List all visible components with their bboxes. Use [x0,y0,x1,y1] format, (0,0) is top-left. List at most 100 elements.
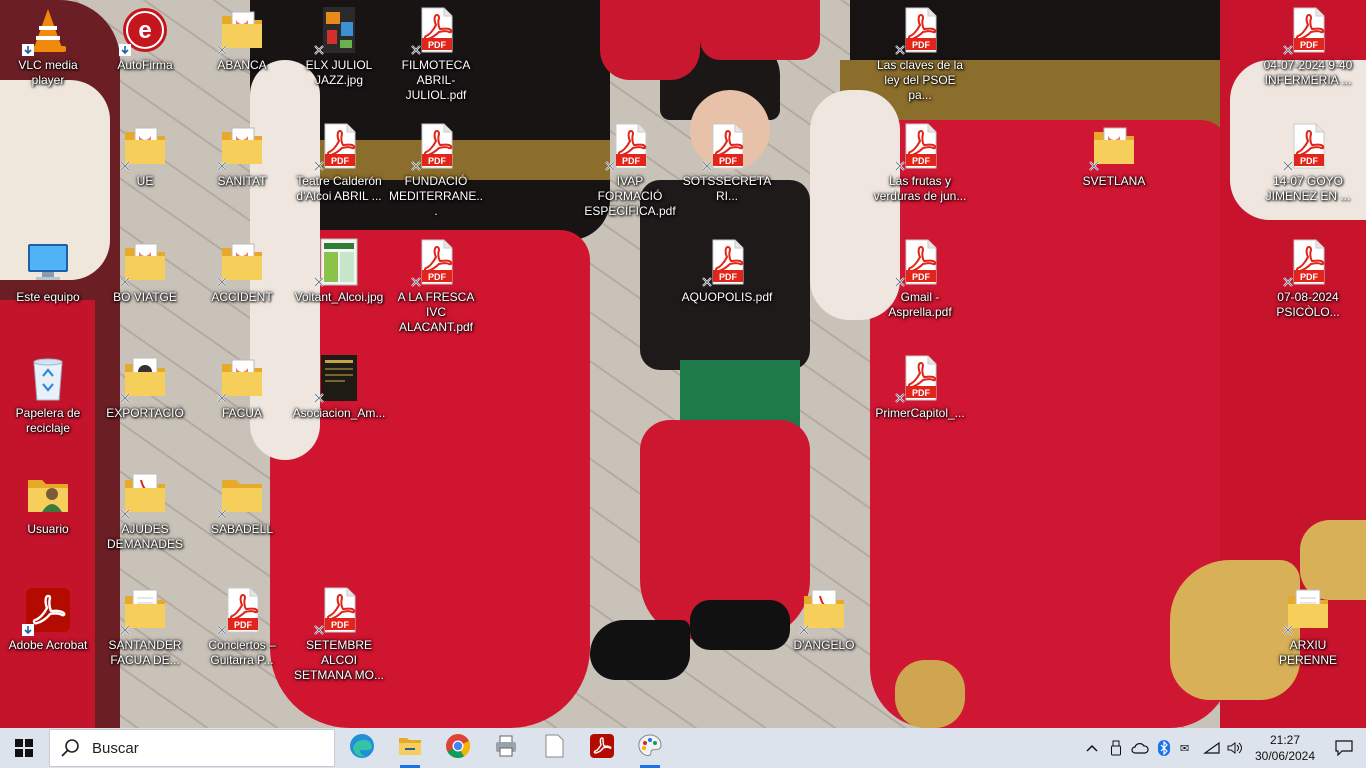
svg-text:PDF: PDF [622,156,641,166]
desktop-icon-gmail[interactable]: PDF Gmail - Asprella.pdf [872,232,968,344]
desktop-icon-label: Conciertos – Guitarra P... [208,638,276,667]
offline-status-icon [411,161,421,171]
notification-center-button[interactable] [1322,728,1366,768]
desktop-icon-psicolo[interactable]: PDF 07-08-2024 PSICÒLO... [1260,232,1356,344]
folder-icon [120,122,169,171]
clock-date: 30/06/2024 [1254,749,1316,763]
desktop-icon-papelera[interactable]: Papelera de reciclaje [0,348,96,460]
desktop-icon-goyo[interactable]: PDF 14-07 GOYO JIMENEZ EN ... [1260,116,1356,228]
desktop-icon-label: 14-07 GOYO JIMENEZ EN ... [1265,174,1351,203]
clock-time: 21:27 [1269,733,1301,747]
desktop-icon-setembre[interactable]: PDF SETEMBRE ALCOI SETMANA MO... [291,580,387,692]
desktop-icon-filmoteca[interactable]: PDF FILMOTECA ABRIL-JULIOL.pdf [388,0,484,112]
desktop-icon-sanitat[interactable]: SANITAT [194,116,290,228]
computer-icon [24,238,72,286]
svg-text:PDF: PDF [912,388,931,398]
pdf-file-icon: PDF [702,238,751,287]
clock[interactable]: 21:27 30/06/2024 [1248,732,1322,764]
image-thumbnail-icon [314,354,363,403]
svg-text:PDF: PDF [428,156,447,166]
input-method-icon[interactable]: ✉ [1176,728,1200,768]
desktop-icon-facua[interactable]: FACUA [194,348,290,460]
desktop-icon-label: 07-08-2024 PSICÒLO... [1276,290,1340,319]
desktop-icon-asociacion[interactable]: Asociacion_Am... [291,348,387,460]
offline-status-icon [895,277,905,287]
desktop-icon-usuario[interactable]: Usuario [0,464,96,576]
desktop-icon-teatre[interactable]: PDF Teatre Calderón d'Alcoi ABRIL ... [291,116,387,228]
taskbar-app-acrobat[interactable] [578,728,626,768]
desktop-icon-accident[interactable]: ACCIDENT [194,232,290,344]
desktop-icon-dangelo[interactable]: D'ANGELO [776,580,872,692]
desktop-icon-voltant[interactable]: Voltant_Alcoi.jpg [291,232,387,344]
desktop-icon-label: SETEMBRE ALCOI SETMANA MO... [293,638,384,682]
desktop-icon-infermeria[interactable]: PDF 04-07-2024 9-40 INFERMERIA ... [1260,0,1356,112]
desktop-icon-ivap[interactable]: PDF IVAP FORMACIÓ ESPECÍFICA.pdf [582,116,678,228]
speaker-icon [1227,742,1242,754]
bluetooth-icon[interactable] [1152,728,1176,768]
desktop-icon-claves[interactable]: PDF Las claves de la ley del PSOE pa... [872,0,968,112]
notification-icon [1335,740,1353,756]
desktop-icon-fresca[interactable]: PDF A LA FRESCA IVC ALACANT.pdf [388,232,484,344]
taskbar-app-chrome[interactable] [434,728,482,768]
taskbar-app-notepad[interactable] [530,728,578,768]
desktop-icon-svetlana[interactable]: SVETLANA [1066,116,1162,228]
desktop-icon-santander[interactable]: SANTANDER FACUA DE... [97,580,193,692]
desktop-icon-abanca[interactable]: ABANCA [194,0,290,112]
onedrive-icon[interactable] [1128,728,1152,768]
paint-icon [637,733,663,764]
start-button[interactable] [0,728,48,768]
search-box[interactable]: Buscar [49,729,335,767]
desktop-icon-esteequipo[interactable]: Este equipo [0,232,96,344]
desktop-icon-autofirma[interactable]: e AutoFirma [97,0,193,112]
offline-status-icon [1283,277,1293,287]
desktop-icon-label: PrimerCapitol_... [875,406,965,420]
folder-icon [217,354,266,403]
recycle-bin-icon [24,354,72,402]
desktop-icon-conciertos[interactable]: PDF Conciertos – Guitarra P... [194,580,290,692]
offline-status-icon [895,393,905,403]
acrobat-icon [22,586,72,636]
folder-icon [1283,586,1332,635]
offline-status-icon [799,625,809,635]
desktop-icon-exportacio[interactable]: EXPORTACIÓ [97,348,193,460]
network-icon[interactable] [1200,728,1224,768]
desktop-icon-arxiu[interactable]: ARXIU PERENNE [1260,580,1356,692]
desktop-icon-primercapitol[interactable]: PDF PrimerCapitol_... [872,348,968,460]
desktop-icon-boviatge[interactable]: BO VIATGE [97,232,193,344]
offline-status-icon [1089,161,1099,171]
taskbar-app-explorer[interactable] [386,728,434,768]
desktop-icon-ue[interactable]: UE [97,116,193,228]
offline-status-icon [1283,625,1293,635]
desktop-icon-label: 04-07-2024 9-40 INFERMERIA ... [1263,58,1353,87]
volume-icon[interactable] [1224,728,1248,768]
offline-status-icon [314,393,324,403]
folder-icon [217,470,266,519]
desktop-icon-aquopolis[interactable]: PDF AQUOPOLIS.pdf [679,232,775,344]
windows-logo-icon [15,739,33,757]
desktop-icon-sotssecretari[interactable]: PDF SOTSSECRETARI... [679,116,775,228]
usb-device-icon[interactable] [1104,728,1128,768]
pdf-file-icon: PDF [1283,6,1332,55]
desktop-icon-vlc[interactable]: VLC media player [0,0,96,112]
desktop-icon-label: AQUOPOLIS.pdf [681,290,773,304]
pdf-file-icon: PDF [411,6,460,55]
taskbar-app-printer[interactable] [482,728,530,768]
taskbar-app-paint[interactable] [626,728,674,768]
bluetooth-symbol-icon [1158,740,1170,756]
desktop-icon-elx[interactable]: ELX JULIOL JAZZ.jpg [291,0,387,112]
desktop-icon-frutas[interactable]: PDF Las frutas y verduras de jun... [872,116,968,228]
desktop-icon-fundacio[interactable]: PDF FUNDACIÓ MEDITERRANE... [388,116,484,228]
acrobat-icon [589,733,615,764]
desktop-icon-label: EXPORTACIÓ [106,406,184,420]
desktop-icon-acrobat[interactable]: Adobe Acrobat [0,580,96,692]
pdf-file-icon: PDF [411,238,460,287]
desktop-icon-label: VLC media player [18,58,78,87]
folder-icon [120,470,169,519]
svg-text:PDF: PDF [428,40,447,50]
taskbar-app-edge[interactable] [338,728,386,768]
desktop-icon-ajudes[interactable]: AJUDES DEMANADES [97,464,193,576]
show-hidden-icons-button[interactable] [1080,728,1104,768]
shortcut-arrow-icon [22,44,34,56]
desktop-icon-label: Teatre Calderón d'Alcoi ABRIL ... [296,174,382,203]
desktop-icon-sabadell[interactable]: SABADELL [194,464,290,576]
